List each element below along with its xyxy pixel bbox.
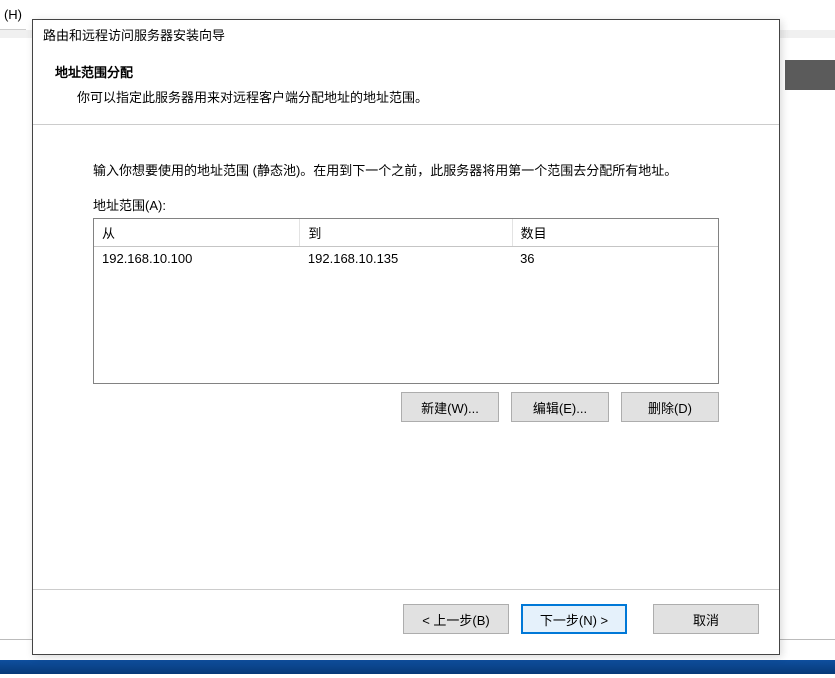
next-button[interactable]: 下一步(N) > <box>521 604 627 634</box>
wizard-dialog: 路由和远程访问服务器安装向导 地址范围分配 你可以指定此服务器用来对远程客户端分… <box>32 19 780 655</box>
wizard-header: 地址范围分配 你可以指定此服务器用来对远程客户端分配地址的地址范围。 <box>33 50 779 125</box>
edit-button[interactable]: 编辑(E)... <box>511 392 609 422</box>
table-header-row: 从 到 数目 <box>94 219 718 247</box>
range-buttons: 新建(W)... 编辑(E)... 删除(D) <box>93 392 719 422</box>
background-dark-sliver <box>785 60 835 90</box>
wizard-heading: 地址范围分配 <box>55 62 757 81</box>
taskbar-strip <box>0 660 835 674</box>
wizard-footer: < 上一步(B) 下一步(N) > 取消 <box>33 589 779 654</box>
range-list-label: 地址范围(A): <box>93 195 719 214</box>
address-range-table[interactable]: 从 到 数目 192.168.10.100 192.168.10.135 36 <box>93 218 719 384</box>
col-from[interactable]: 从 <box>94 219 300 247</box>
menu-item-h-fragment[interactable]: (H) <box>0 0 26 30</box>
new-button[interactable]: 新建(W)... <box>401 392 499 422</box>
cell-count: 36 <box>512 247 718 271</box>
cancel-button[interactable]: 取消 <box>653 604 759 634</box>
table-row[interactable]: 192.168.10.100 192.168.10.135 36 <box>94 247 718 271</box>
delete-button[interactable]: 删除(D) <box>621 392 719 422</box>
instruction-text: 输入你想要使用的地址范围 (静态池)。在用到下一个之前，此服务器将用第一个范围去… <box>93 161 719 181</box>
wizard-body: 输入你想要使用的地址范围 (静态池)。在用到下一个之前，此服务器将用第一个范围去… <box>33 125 779 422</box>
back-button[interactable]: < 上一步(B) <box>403 604 509 634</box>
wizard-subtext: 你可以指定此服务器用来对远程客户端分配地址的地址范围。 <box>77 87 757 106</box>
wizard-title: 路由和远程访问服务器安装向导 <box>33 20 779 50</box>
col-to[interactable]: 到 <box>300 219 512 247</box>
cell-to: 192.168.10.135 <box>300 247 512 271</box>
col-count[interactable]: 数目 <box>512 219 718 247</box>
cell-from: 192.168.10.100 <box>94 247 300 271</box>
